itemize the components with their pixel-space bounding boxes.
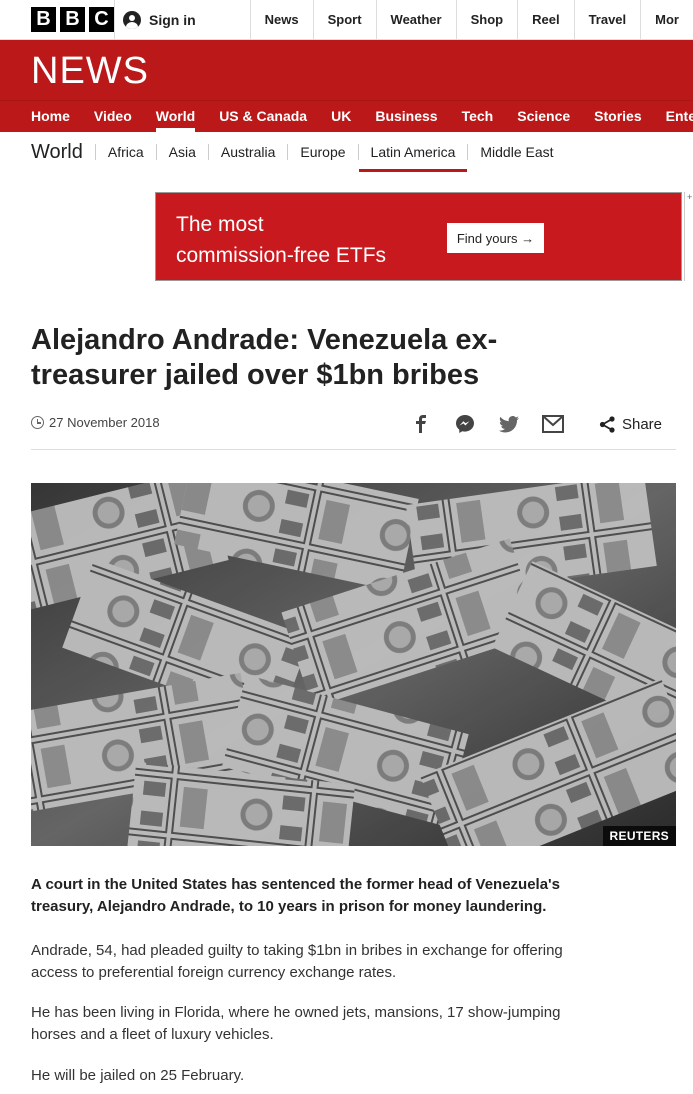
dollar-bills-photo xyxy=(31,483,676,846)
article-date-text: 27 November 2018 xyxy=(49,415,160,430)
news-nav-business[interactable]: Business xyxy=(363,101,449,132)
headline-line-2: treasurer jailed over $1bn bribes xyxy=(31,359,480,391)
twitter-icon[interactable] xyxy=(497,412,521,436)
top-nav-travel[interactable]: Travel xyxy=(573,0,641,39)
top-nav-reel[interactable]: Reel xyxy=(517,0,573,39)
world-nav-australia[interactable]: Australia xyxy=(207,144,287,160)
news-nav-us-canada[interactable]: US & Canada xyxy=(207,101,319,132)
p1-line-2: access to preferential foreign currency … xyxy=(31,964,397,981)
world-nav-asia[interactable]: Asia xyxy=(155,144,208,160)
signin-link[interactable]: Sign in xyxy=(114,0,250,39)
news-nav-world[interactable]: World xyxy=(144,101,207,132)
signin-label: Sign in xyxy=(149,11,196,28)
top-nav-shop[interactable]: Shop xyxy=(455,0,518,39)
article-paragraph-1: Andrade, 54, had pleaded guilty to takin… xyxy=(31,940,631,984)
lead-line-1: A court in the United States has sentenc… xyxy=(31,876,560,893)
advert-banner[interactable]: The most commission-free ETFs Find yours… xyxy=(155,192,682,281)
article-headline: Alejandro Andrade: Venezuela ex- treasur… xyxy=(31,323,631,393)
email-icon[interactable] xyxy=(541,412,565,436)
user-icon xyxy=(123,10,141,29)
advert-text: The most commission-free ETFs xyxy=(176,209,386,271)
news-nav-entertainment[interactable]: Enterta xyxy=(654,101,693,132)
top-nav-weather[interactable]: Weather xyxy=(375,0,456,39)
world-nav-middle-east[interactable]: Middle East xyxy=(467,144,565,160)
article-paragraph-2: He has been living in Florida, where he … xyxy=(31,1002,631,1046)
top-nav-sport[interactable]: Sport xyxy=(312,0,376,39)
article-hero-image: REUTERS xyxy=(31,483,676,846)
news-nav: Home Video World US & Canada UK Business… xyxy=(0,100,693,132)
world-nav-europe[interactable]: Europe xyxy=(287,144,357,160)
p2-line-1: He has been living in Florida, where he … xyxy=(31,1004,561,1021)
lead-line-2: treasury, Alejandro Andrade, to 10 years… xyxy=(31,898,547,915)
headline-line-1: Alejandro Andrade: Venezuela ex- xyxy=(31,324,498,356)
news-nav-video[interactable]: Video xyxy=(82,101,144,132)
world-nav-latin-america[interactable]: Latin America xyxy=(357,144,468,172)
bbc-logo-b2: B xyxy=(60,7,85,32)
image-credit: REUTERS xyxy=(602,826,676,846)
news-nav-tech[interactable]: Tech xyxy=(450,101,506,132)
advert-find-yours-button[interactable]: Find yours → xyxy=(447,223,544,253)
facebook-icon[interactable] xyxy=(409,412,433,436)
advert-line-1: The most xyxy=(176,213,264,236)
news-header: NEWS Home Video World US & Canada UK Bus… xyxy=(0,40,693,132)
bbc-logo[interactable]: B B C xyxy=(0,0,114,39)
share-tools: Share xyxy=(409,412,662,436)
article-lead: A court in the United States has sentenc… xyxy=(31,874,631,918)
bbc-logo-c: C xyxy=(89,7,114,32)
share-icon xyxy=(599,415,615,433)
top-nav: News Sport Weather Shop Reel Travel Mor xyxy=(249,0,693,39)
p2-line-2: horses and a fleet of luxury vehicles. xyxy=(31,1026,274,1043)
messenger-icon[interactable] xyxy=(453,412,477,436)
bbc-logo-b1: B xyxy=(31,7,56,32)
top-nav-news[interactable]: News xyxy=(249,0,313,39)
news-title[interactable]: NEWS xyxy=(31,50,149,93)
bbc-top-bar: B B C Sign in News Sport Weather Shop Re… xyxy=(0,0,693,40)
advert-line-2: commission-free ETFs xyxy=(176,244,387,267)
world-subnav: World Africa Asia Australia Europe Latin… xyxy=(0,132,693,172)
article-date: 27 November 2018 xyxy=(31,415,160,430)
world-nav-africa[interactable]: Africa xyxy=(94,144,156,160)
article-paragraph-3: He will be jailed on 25 February. xyxy=(31,1067,245,1084)
share-button[interactable]: Share xyxy=(599,416,662,433)
top-nav-more[interactable]: Mor xyxy=(640,0,693,39)
news-nav-science[interactable]: Science xyxy=(505,101,582,132)
advert-corner: + xyxy=(684,192,693,281)
clock-icon xyxy=(31,416,44,429)
news-nav-home[interactable]: Home xyxy=(0,101,82,132)
share-label: Share xyxy=(621,415,662,433)
news-nav-uk[interactable]: UK xyxy=(319,101,363,132)
news-nav-stories[interactable]: Stories xyxy=(582,101,653,132)
article-meta: 27 November 2018 Share xyxy=(31,408,676,450)
p1-line-1: Andrade, 54, had pleaded guilty to takin… xyxy=(31,942,563,959)
world-section-title[interactable]: World xyxy=(0,141,95,164)
